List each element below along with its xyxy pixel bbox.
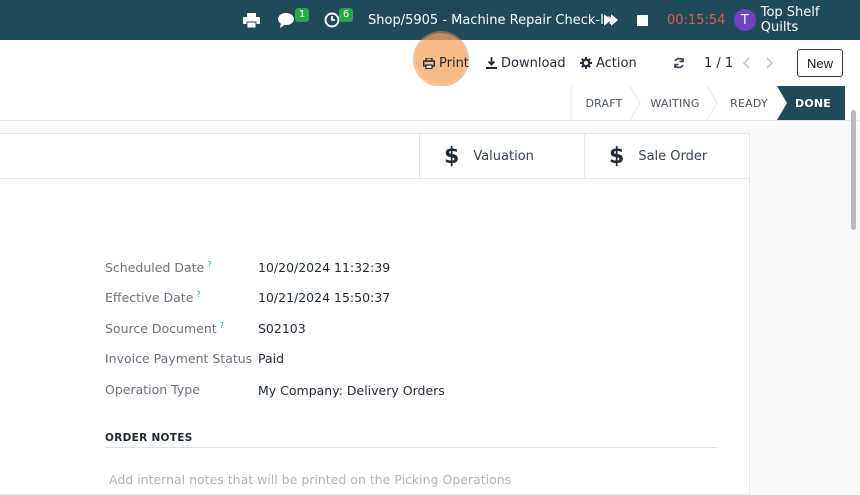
field-value-invoice-payment-status: Paid [258,351,285,366]
download-icon [486,57,497,69]
action-label: Action [596,55,637,71]
sale-order-button[interactable]: $ Sale Order [584,134,750,178]
pager-next-icon[interactable] [765,40,777,86]
stage-waiting[interactable]: WAITING [640,86,710,120]
print-button[interactable]: Print [423,40,469,86]
field-label-scheduled-date: Scheduled Date? [105,260,212,276]
dollar-icon: $ [444,143,460,169]
download-label: Download [501,55,566,71]
dollar-icon: $ [609,143,625,169]
gear-icon [580,57,592,69]
smart-button-bar: $ Valuation $ Sale Order [0,134,749,179]
print-icon[interactable] [243,0,260,40]
stage-draft[interactable]: DRAFT [575,86,633,120]
print-label: Print [439,55,469,71]
company-name: Top Shelf Quilts [760,5,820,35]
stop-icon[interactable] [637,0,648,40]
refresh-icon[interactable] [673,40,689,86]
new-button[interactable]: New [797,49,843,77]
activity-clock-icon[interactable] [324,0,340,40]
field-value-operation-type[interactable]: My Company: Delivery Orders [258,383,445,398]
sale-order-label: Sale Order [638,148,708,164]
valuation-button[interactable]: $ Valuation [419,134,585,178]
field-label-invoice-payment-status: Invoice Payment Status [105,351,253,366]
stage-done[interactable]: DONE [787,86,839,120]
action-menu-button[interactable]: Action [580,40,637,86]
avatar: T [734,9,756,31]
field-value-scheduled-date[interactable]: 10/20/2024 11:32:39 [258,260,390,275]
fast-forward-icon[interactable] [604,0,618,40]
field-value-source-document[interactable]: S02103 [258,321,306,336]
print-icon [423,57,435,69]
pager-previous-icon[interactable] [743,40,755,86]
scrollbar[interactable] [851,110,856,230]
user-menu[interactable]: T Top Shelf Quilts [734,0,860,40]
field-label-source-document: Source Document? [105,321,224,337]
field-label-effective-date: Effective Date? [105,290,201,306]
order-notes-heading: ORDER NOTES [105,432,193,444]
divider [105,447,717,448]
activity-count-badge: 6 [339,8,353,22]
timer-display: 00:15:54 [667,12,726,28]
field-value-effective-date[interactable]: 10/21/2024 15:50:37 [258,290,390,305]
help-icon[interactable]: ? [207,260,211,269]
field-label-operation-type: Operation Type [105,382,200,397]
valuation-label: Valuation [473,148,534,164]
download-button[interactable]: Download [486,40,566,86]
help-icon[interactable]: ? [196,290,200,299]
stage-ready[interactable]: READY [717,86,781,120]
status-bar: DRAFT WAITING READY DONE [0,86,860,121]
pager-value[interactable]: 1 / 1 [704,40,733,86]
chat-count-badge: 1 [295,8,309,22]
chat-icon[interactable] [278,0,296,40]
help-icon[interactable]: ? [220,321,224,330]
record-title: Shop/5905 - Machine Repair Check-In [368,12,613,28]
